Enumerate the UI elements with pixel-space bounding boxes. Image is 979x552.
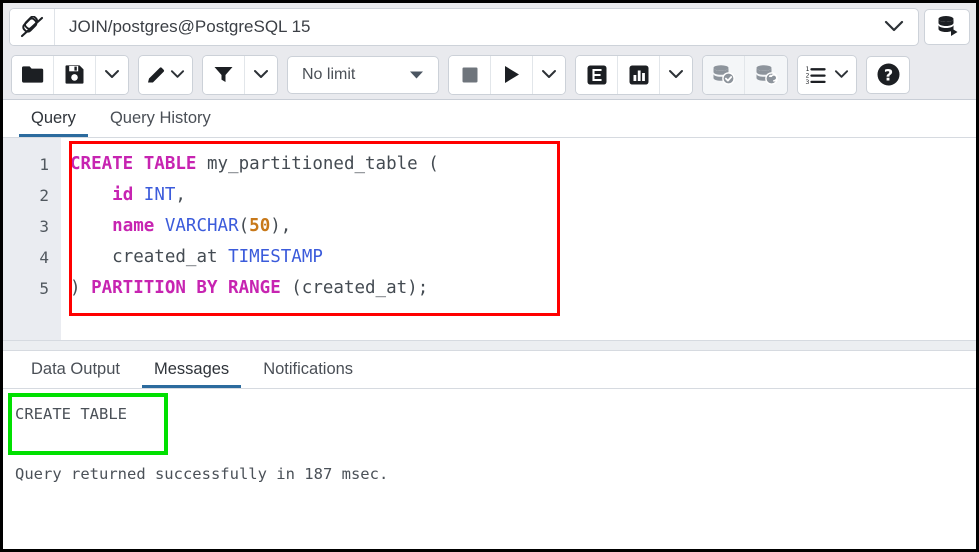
sql-token	[218, 247, 229, 267]
commit-button[interactable]	[703, 56, 745, 94]
sql-token: (	[418, 154, 439, 174]
row-limit-select[interactable]: No limit	[287, 56, 439, 94]
save-options-button[interactable]	[96, 56, 128, 94]
explain-button[interactable]	[576, 56, 618, 94]
macros-button[interactable]: 123	[798, 56, 856, 94]
execute-query-button[interactable]	[491, 56, 533, 94]
filter-options-button[interactable]	[245, 56, 277, 94]
connection-title: JOIN/postgres@PostgreSQL 15	[55, 17, 870, 37]
line-number: 4	[3, 242, 61, 273]
filter-button-group	[202, 55, 278, 95]
sql-code-line: name VARCHAR(50),	[70, 211, 976, 242]
sql-token: )	[70, 278, 91, 298]
sql-code-line: CREATE TABLE my_partitioned_table (	[70, 149, 976, 180]
sql-code-line: created_at TIMESTAMP	[70, 242, 976, 273]
connection-selector[interactable]: JOIN/postgres@PostgreSQL 15	[9, 8, 919, 46]
sql-code-line: id INT,	[70, 180, 976, 211]
execute-options-button[interactable]	[533, 56, 565, 94]
sql-token	[70, 185, 112, 205]
svg-text:3: 3	[806, 78, 810, 85]
explain-options-button[interactable]	[660, 56, 692, 94]
tab-notifications[interactable]: Notifications	[251, 360, 365, 388]
sql-token	[70, 216, 112, 236]
panel-splitter[interactable]	[3, 340, 976, 351]
chevron-down-icon	[834, 69, 849, 80]
sql-token: id	[112, 185, 133, 205]
sql-token	[133, 185, 144, 205]
stop-query-button[interactable]	[449, 56, 491, 94]
result-tabstrip: Data Output Messages Notifications	[3, 351, 976, 389]
line-number: 5	[3, 273, 61, 304]
sql-token: my_partitioned_table	[207, 154, 418, 174]
explain-analyze-button[interactable]	[618, 56, 660, 94]
sql-token: CREATE TABLE	[70, 154, 196, 174]
sql-token: (created_at);	[281, 278, 429, 298]
line-number: 3	[3, 211, 61, 242]
line-number: 2	[3, 180, 61, 211]
sql-token: name	[112, 216, 154, 236]
sql-code-line: ) PARTITION BY RANGE (created_at);	[70, 273, 976, 304]
sql-token: ),	[270, 216, 291, 236]
line-number: 1	[3, 149, 61, 180]
tab-messages[interactable]: Messages	[142, 360, 241, 388]
row-limit-value: No limit	[302, 66, 355, 84]
editor-tabstrip: Query Query History	[3, 100, 976, 138]
sql-token: (	[239, 216, 250, 236]
open-file-button[interactable]	[12, 56, 54, 94]
query-status-text: Query returned successfully in 187 msec.	[15, 461, 976, 487]
sql-token: created_at	[112, 247, 217, 267]
sql-code-content[interactable]: CREATE TABLE my_partitioned_table ( id I…	[61, 138, 976, 340]
pgadmin-query-tool-window: JOIN/postgres@PostgreSQL 15	[0, 0, 979, 552]
tab-data-output[interactable]: Data Output	[19, 360, 132, 388]
edit-button-group	[138, 55, 193, 95]
svg-text:?: ?	[883, 66, 892, 85]
macros-button-group: 123	[797, 55, 857, 95]
tab-query[interactable]: Query	[19, 109, 88, 137]
caret-down-icon	[409, 70, 424, 80]
execute-button-group	[448, 55, 566, 95]
sql-token	[154, 216, 165, 236]
sql-editor[interactable]: 1 2 3 4 5 CREATE TABLE my_partitioned_ta…	[3, 138, 976, 340]
command-tag-text: CREATE TABLE	[15, 401, 976, 427]
tab-query-history[interactable]: Query History	[98, 109, 223, 137]
sql-token: 50	[249, 216, 270, 236]
window-titlebar: JOIN/postgres@PostgreSQL 15	[3, 3, 976, 50]
line-number-gutter: 1 2 3 4 5	[3, 138, 61, 340]
file-button-group	[11, 55, 129, 95]
sql-token: PARTITION BY RANGE	[91, 278, 281, 298]
save-file-button[interactable]	[54, 56, 96, 94]
help-button[interactable]: ?	[866, 56, 910, 94]
database-connect-icon[interactable]	[924, 9, 970, 45]
sql-token: INT	[144, 185, 176, 205]
sql-token	[196, 154, 207, 174]
filter-button[interactable]	[203, 56, 245, 94]
sql-token: ,	[175, 185, 186, 205]
sql-token: VARCHAR	[165, 216, 239, 236]
messages-panel: CREATE TABLE Query returned successfully…	[3, 389, 976, 499]
sql-token	[70, 247, 112, 267]
query-tool-toolbar: No limit	[3, 50, 976, 100]
transaction-button-group	[702, 55, 788, 95]
rollback-button[interactable]	[745, 56, 787, 94]
explain-button-group	[575, 55, 693, 95]
chevron-down-icon[interactable]	[870, 20, 918, 33]
sql-token: TIMESTAMP	[228, 247, 323, 267]
edit-button[interactable]	[139, 56, 192, 94]
link-disconnected-icon	[10, 9, 55, 45]
